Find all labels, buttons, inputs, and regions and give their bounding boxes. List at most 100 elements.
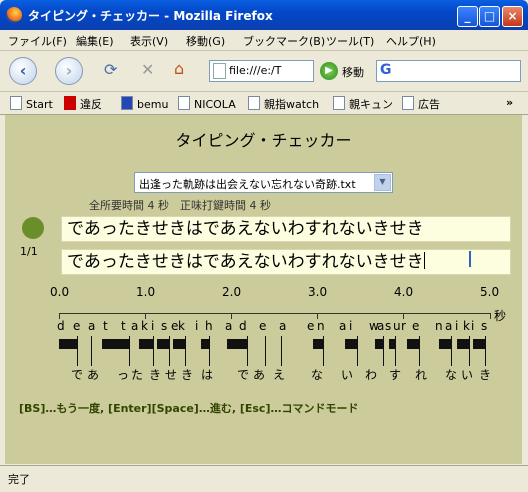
- bookmark-oyayubi-watch[interactable]: 親指watch: [248, 96, 319, 112]
- kana-label: き: [149, 368, 162, 382]
- kana-label: す: [389, 368, 402, 382]
- ime-cursor-icon: [469, 251, 479, 267]
- bookmark-label: 違反: [80, 98, 102, 111]
- kana-boundary: [383, 336, 384, 366]
- keystroke-bars: [5, 336, 522, 366]
- menu-tools[interactable]: ツール(T): [326, 33, 374, 49]
- menu-bookmarks[interactable]: ブックマーク(B): [243, 33, 325, 49]
- bookmark-label: bemu: [137, 98, 169, 111]
- bookmark-violation[interactable]: 違反: [64, 96, 102, 112]
- key-label: k: [178, 319, 185, 333]
- reload-icon[interactable]: ⟳: [104, 60, 117, 79]
- chevron-down-icon[interactable]: ▼: [374, 174, 391, 191]
- kana-label: き: [181, 368, 194, 382]
- key-label: a: [377, 319, 385, 333]
- key-label: a: [445, 319, 453, 333]
- keystroke-bar: [345, 339, 357, 349]
- keystroke-bar: [227, 339, 247, 349]
- menu-view[interactable]: 表示(V): [130, 33, 168, 49]
- help-text: [BS]…もう一度, [Enter][Space]…進む, [Esc]…コマンド…: [19, 402, 359, 415]
- kana-boundary: [419, 336, 420, 366]
- bookmark-label: NICOLA: [194, 98, 236, 111]
- go-icon[interactable]: ▶: [320, 62, 338, 80]
- key-label: a: [131, 319, 139, 333]
- kana-boundary: [153, 336, 154, 366]
- page-content: タイピング・チェッカー 出逢った軌跡は出会えない忘れない奇跡.txt ▼ 全所要…: [5, 115, 522, 464]
- keystroke-bar: [439, 339, 451, 349]
- bookmarks-overflow-button[interactable]: »: [506, 96, 513, 109]
- kana-boundary: [91, 336, 92, 366]
- tick-label: 5.0: [480, 285, 500, 299]
- title-bar: タイピング・チェッカー - Mozilla Firefox _ □ ×: [0, 0, 528, 30]
- close-button[interactable]: ×: [502, 6, 523, 27]
- minimize-button[interactable]: _: [457, 6, 478, 27]
- kana-label: あ: [87, 368, 100, 382]
- go-button-label[interactable]: 移動: [342, 64, 364, 80]
- kana-boundary: [395, 336, 396, 366]
- bookmark-icon: [178, 96, 190, 110]
- key-label: n: [435, 319, 443, 333]
- forward-button[interactable]: ›: [55, 57, 83, 85]
- kana-label: で: [71, 368, 84, 382]
- typed-text-input[interactable]: であったきせきはであえないわすれないきせき: [61, 249, 511, 275]
- keystroke-bar: [157, 339, 169, 349]
- kana-labels: であったきせきはであえないわすれないき: [5, 366, 522, 382]
- bookmark-start[interactable]: Start: [10, 96, 53, 111]
- menu-help[interactable]: ヘルプ(H): [386, 33, 436, 49]
- bookmark-nicola[interactable]: NICOLA: [178, 96, 236, 111]
- bookmark-label: 親キュン: [349, 98, 393, 111]
- kana-label: せ: [165, 368, 178, 382]
- key-label: a: [279, 319, 287, 333]
- bookmark-oyakyun[interactable]: 親キュン: [333, 96, 393, 112]
- bookmark-bemu[interactable]: bemu: [121, 96, 168, 111]
- tick-label: 2.0: [222, 285, 242, 299]
- key-label: i: [471, 319, 475, 333]
- page-title: タイピング・チェッカー: [175, 131, 352, 150]
- key-label: d: [57, 319, 65, 333]
- kana-boundary: [265, 336, 266, 366]
- kana-boundary: [451, 336, 452, 366]
- bookmark-ads[interactable]: 広告: [402, 96, 440, 112]
- navigation-toolbar: ‹ › ⟳ ✕ ⌂ file:///e:/T ▶ 移動 G: [0, 51, 528, 92]
- kana-boundary: [281, 336, 282, 366]
- status-dot-icon: [22, 217, 44, 239]
- key-label: i: [151, 319, 155, 333]
- kana-boundary: [169, 336, 170, 366]
- menu-file[interactable]: ファイル(F): [8, 33, 67, 49]
- key-label: i: [455, 319, 459, 333]
- key-label: h: [205, 319, 213, 333]
- kana-label: っ: [117, 368, 130, 382]
- search-input[interactable]: G: [376, 60, 521, 82]
- keystroke-bar: [139, 339, 153, 349]
- tick-label: 4.0: [394, 285, 414, 299]
- keystroke-bar: [102, 339, 129, 349]
- bookmark-icon: [248, 96, 260, 110]
- status-text: 完了: [8, 473, 30, 486]
- menu-edit[interactable]: 編集(E): [76, 33, 114, 49]
- menu-go[interactable]: 移動(G): [186, 33, 225, 49]
- keystroke-bar: [375, 339, 383, 349]
- yahoo-icon: [64, 96, 76, 110]
- keystroke-bar: [473, 339, 485, 349]
- stop-icon[interactable]: ✕: [141, 60, 154, 79]
- kana-label: き: [479, 368, 492, 382]
- url-field[interactable]: file:///e:/T: [209, 60, 314, 82]
- kana-label: い: [461, 368, 474, 382]
- back-button[interactable]: ‹: [9, 57, 37, 85]
- key-label: t: [103, 319, 108, 333]
- text-caret: [423, 252, 425, 269]
- keystroke-bar: [173, 339, 185, 349]
- home-icon[interactable]: ⌂: [174, 59, 184, 78]
- kana-boundary: [77, 336, 78, 366]
- bookmark-icon: [333, 96, 345, 110]
- typed-text: であったきせきはであえないわすれないきせき: [67, 252, 424, 272]
- file-select[interactable]: 出逢った軌跡は出会えない忘れない奇跡.txt ▼: [134, 172, 393, 193]
- maximize-button[interactable]: □: [479, 6, 500, 27]
- key-label: a: [225, 319, 233, 333]
- kana-label: は: [201, 368, 214, 382]
- key-label: n: [317, 319, 325, 333]
- keystroke-bar: [59, 339, 77, 349]
- page-icon: [213, 63, 226, 79]
- progress-count: 1/1: [20, 245, 38, 258]
- key-label: e: [259, 319, 267, 333]
